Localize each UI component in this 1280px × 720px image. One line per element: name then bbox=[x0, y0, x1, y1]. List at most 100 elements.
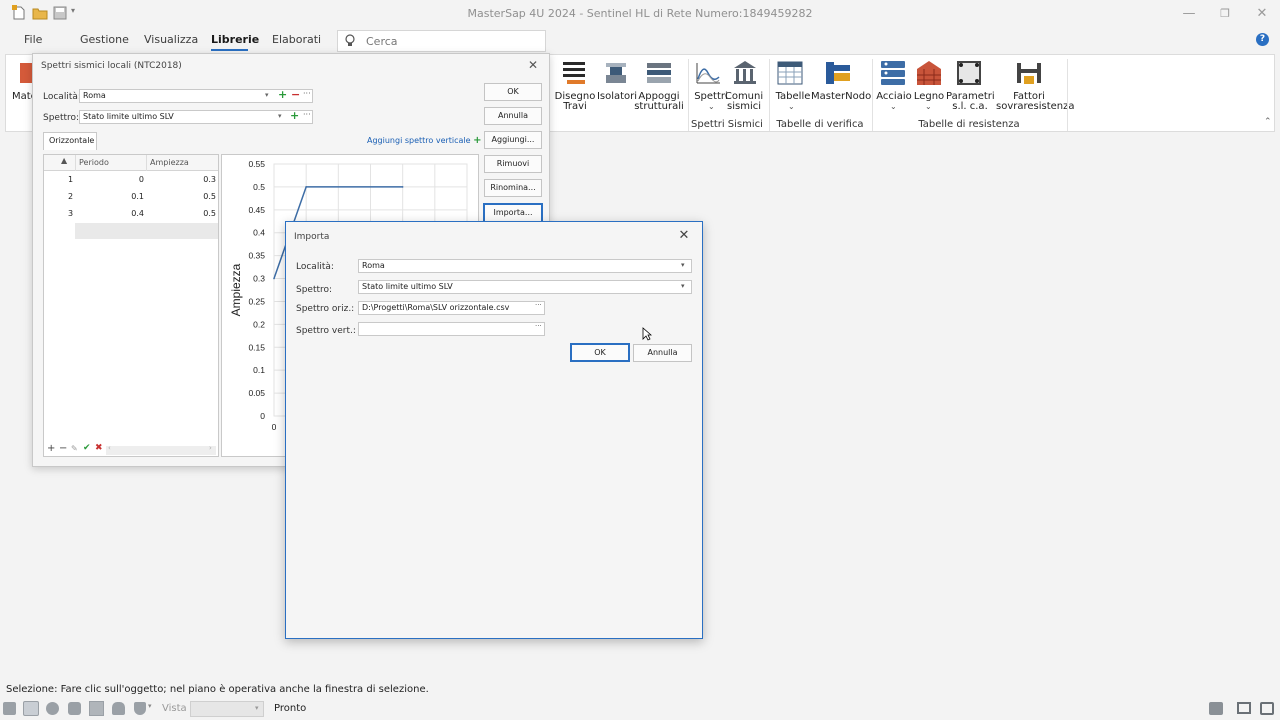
table-row[interactable]: 3 0.4 0.5 bbox=[44, 206, 218, 222]
edit-row-icon[interactable]: ✎ bbox=[71, 444, 78, 453]
cell-periodo[interactable]: 0.1 bbox=[76, 192, 144, 201]
disegno-travi-icon[interactable] bbox=[561, 59, 589, 87]
close-window-button[interactable]: ✕ bbox=[1245, 0, 1279, 28]
cell-ampiezza[interactable]: 0.5 bbox=[147, 209, 216, 218]
menu-gestione[interactable]: Gestione bbox=[80, 33, 129, 46]
acciaio-label[interactable]: Acciaio bbox=[874, 92, 914, 102]
rimuovi-button[interactable]: Rimuovi bbox=[484, 155, 542, 173]
tabelle-label[interactable]: Tabelle bbox=[770, 92, 816, 102]
masternodo-icon[interactable] bbox=[823, 59, 853, 87]
snap-tool-icon[interactable] bbox=[3, 702, 16, 715]
importa-ok-button[interactable]: OK bbox=[570, 343, 630, 362]
title-bar: ▾ MasterSap 4U 2024 - Sentinel HL di Ret… bbox=[0, 0, 1280, 28]
collapse-ribbon-icon[interactable]: ⌃ bbox=[1264, 117, 1272, 127]
cell-ampiezza[interactable]: 0.3 bbox=[147, 175, 216, 184]
grid-tool-icon[interactable] bbox=[23, 701, 39, 716]
menu-file[interactable]: File bbox=[24, 33, 42, 46]
aggiungi-button[interactable]: Aggiungi... bbox=[484, 131, 542, 149]
legno-icon[interactable] bbox=[915, 59, 943, 87]
more-icon[interactable]: ··· bbox=[303, 110, 311, 119]
more-icon[interactable]: ··· bbox=[303, 89, 311, 98]
acciaio-icon[interactable] bbox=[879, 59, 907, 87]
annulla-button[interactable]: Annulla bbox=[484, 107, 542, 125]
spettro-vert-input[interactable]: ··· bbox=[358, 322, 545, 336]
spettri-dialog-close-button[interactable]: ✕ bbox=[525, 57, 541, 73]
table-row[interactable]: 1 0 0.3 bbox=[44, 172, 218, 188]
scroll-right-icon[interactable]: › bbox=[209, 444, 212, 452]
ok-button[interactable]: OK bbox=[484, 83, 542, 101]
delete-row-icon[interactable]: − bbox=[59, 443, 67, 454]
spettro-select[interactable]: Stato limite ultimo SLV ▾ + ··· bbox=[79, 109, 313, 124]
render-tool-icon[interactable] bbox=[68, 702, 81, 715]
parametri-icon[interactable] bbox=[955, 59, 983, 87]
scroll-left-icon[interactable]: ‹ bbox=[108, 444, 111, 452]
browse-icon[interactable]: ··· bbox=[535, 322, 542, 330]
sort-ascending-icon[interactable]: ▲ bbox=[61, 156, 67, 165]
bucket-tool-icon[interactable] bbox=[112, 702, 125, 715]
col-header-periodo[interactable]: Periodo bbox=[79, 158, 109, 167]
vista-select[interactable]: ▾ bbox=[190, 701, 264, 717]
exit-icon[interactable] bbox=[1260, 702, 1274, 715]
menu-elaborati[interactable]: Elaborati bbox=[272, 33, 321, 46]
menu-librerie[interactable]: Librerie bbox=[211, 33, 259, 46]
search-placeholder: Cerca bbox=[366, 35, 398, 48]
shield-tool-icon[interactable] bbox=[134, 702, 146, 715]
network-icon[interactable] bbox=[1209, 702, 1223, 715]
legno-dropdown-icon[interactable]: ⌄ bbox=[925, 102, 932, 111]
importa-dialog-close-button[interactable]: ✕ bbox=[675, 227, 693, 245]
solid-view-icon[interactable] bbox=[46, 702, 59, 715]
localita-select[interactable]: Roma ▾ + − ··· bbox=[79, 88, 313, 103]
remove-icon[interactable]: − bbox=[291, 88, 300, 101]
table-row[interactable]: 2 0.1 0.5 bbox=[44, 189, 218, 205]
menu-visualizza[interactable]: Visualizza bbox=[144, 33, 198, 46]
section-tool-icon[interactable] bbox=[89, 701, 104, 716]
shield-dropdown-icon[interactable]: ▾ bbox=[148, 702, 152, 710]
browse-icon[interactable]: ··· bbox=[535, 301, 542, 309]
aggiungi-spettro-verticale-link[interactable]: Aggiungi spettro verticale + bbox=[367, 135, 482, 146]
rinomina-button[interactable]: Rinomina... bbox=[484, 179, 542, 197]
legno-label[interactable]: Legno bbox=[911, 92, 947, 102]
importa-button[interactable]: Importa... bbox=[483, 203, 543, 223]
add-icon[interactable]: + bbox=[278, 88, 287, 101]
appoggi-strutturali-icon[interactable] bbox=[645, 59, 673, 87]
help-icon[interactable]: ? bbox=[1256, 33, 1269, 46]
minimize-button[interactable]: — bbox=[1172, 0, 1206, 28]
fattori-icon[interactable] bbox=[1014, 59, 1044, 87]
isolatori-label[interactable]: Isolatori bbox=[596, 92, 638, 102]
y-tick-label: 0.25 bbox=[248, 296, 265, 306]
cell-periodo[interactable]: 0.4 bbox=[76, 209, 144, 218]
tab-orizzontale[interactable]: Orizzontale bbox=[43, 132, 97, 150]
spettri-icon[interactable] bbox=[694, 59, 722, 87]
tabelle-icon[interactable] bbox=[776, 59, 804, 87]
new-row[interactable] bbox=[75, 223, 218, 239]
cell-ampiezza[interactable]: 0.5 bbox=[147, 192, 216, 201]
horizontal-scrollbar[interactable]: ‹ › bbox=[106, 444, 216, 455]
col-header-ampiezza[interactable]: Ampiezza bbox=[150, 158, 189, 167]
fattori-label-2[interactable]: sovraresistenza bbox=[996, 102, 1075, 112]
importa-annulla-button[interactable]: Annulla bbox=[633, 344, 692, 362]
tabelle-dropdown-icon[interactable]: ⌄ bbox=[788, 102, 795, 111]
parametri-label-2[interactable]: s.l. c.a. bbox=[946, 102, 994, 112]
spettri-dropdown-icon[interactable]: ⌄ bbox=[708, 102, 715, 111]
comuni-sismici-label-2[interactable]: sismici bbox=[724, 102, 764, 112]
masternodo-label[interactable]: MasterNodo bbox=[811, 92, 871, 102]
disegno-travi-label-2[interactable]: Travi bbox=[554, 102, 596, 112]
maximize-button[interactable]: ❐ bbox=[1208, 0, 1242, 28]
search-input[interactable]: Cerca bbox=[337, 30, 546, 52]
monitor-icon[interactable] bbox=[1237, 702, 1251, 714]
comuni-sismici-icon[interactable] bbox=[731, 59, 759, 87]
appoggi-label-2[interactable]: strutturali bbox=[634, 102, 684, 112]
append-row-icon[interactable]: + bbox=[47, 443, 55, 454]
isolatori-icon[interactable] bbox=[603, 59, 629, 87]
importa-localita-select[interactable]: Roma ▾ bbox=[358, 259, 692, 273]
importa-spettro-select[interactable]: Stato limite ultimo SLV ▾ bbox=[358, 280, 692, 294]
y-tick-label: 0.05 bbox=[248, 388, 265, 398]
cancel-edit-icon[interactable]: ✖ bbox=[95, 443, 103, 453]
cell-periodo[interactable]: 0 bbox=[76, 175, 144, 184]
add-icon[interactable]: + bbox=[290, 109, 299, 122]
acciaio-dropdown-icon[interactable]: ⌄ bbox=[890, 102, 897, 111]
chevron-down-icon: ▾ bbox=[265, 91, 269, 99]
spettro-oriz-input[interactable]: D:\Progetti\Roma\SLV orizzontale.csv ··· bbox=[358, 301, 545, 315]
post-edit-icon[interactable]: ✔ bbox=[83, 443, 91, 453]
add-icon: + bbox=[473, 135, 482, 146]
